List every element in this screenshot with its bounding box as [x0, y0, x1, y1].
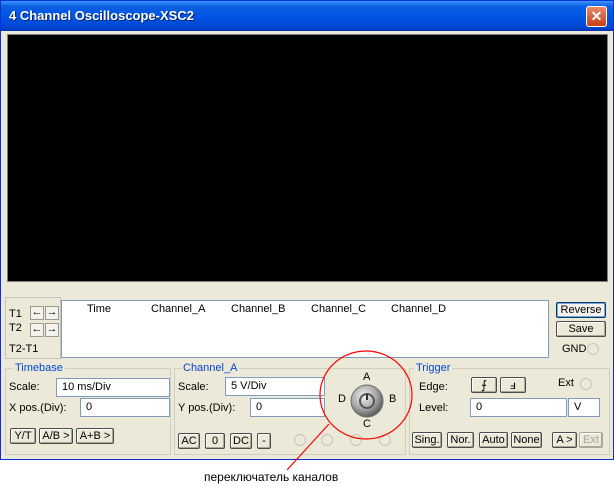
annotation-circle: [319, 350, 413, 440]
annotation-pointer-line: [286, 423, 330, 471]
annotation-caption: переключатель каналов: [204, 470, 339, 484]
annotation-overlay: [286, 350, 413, 471]
